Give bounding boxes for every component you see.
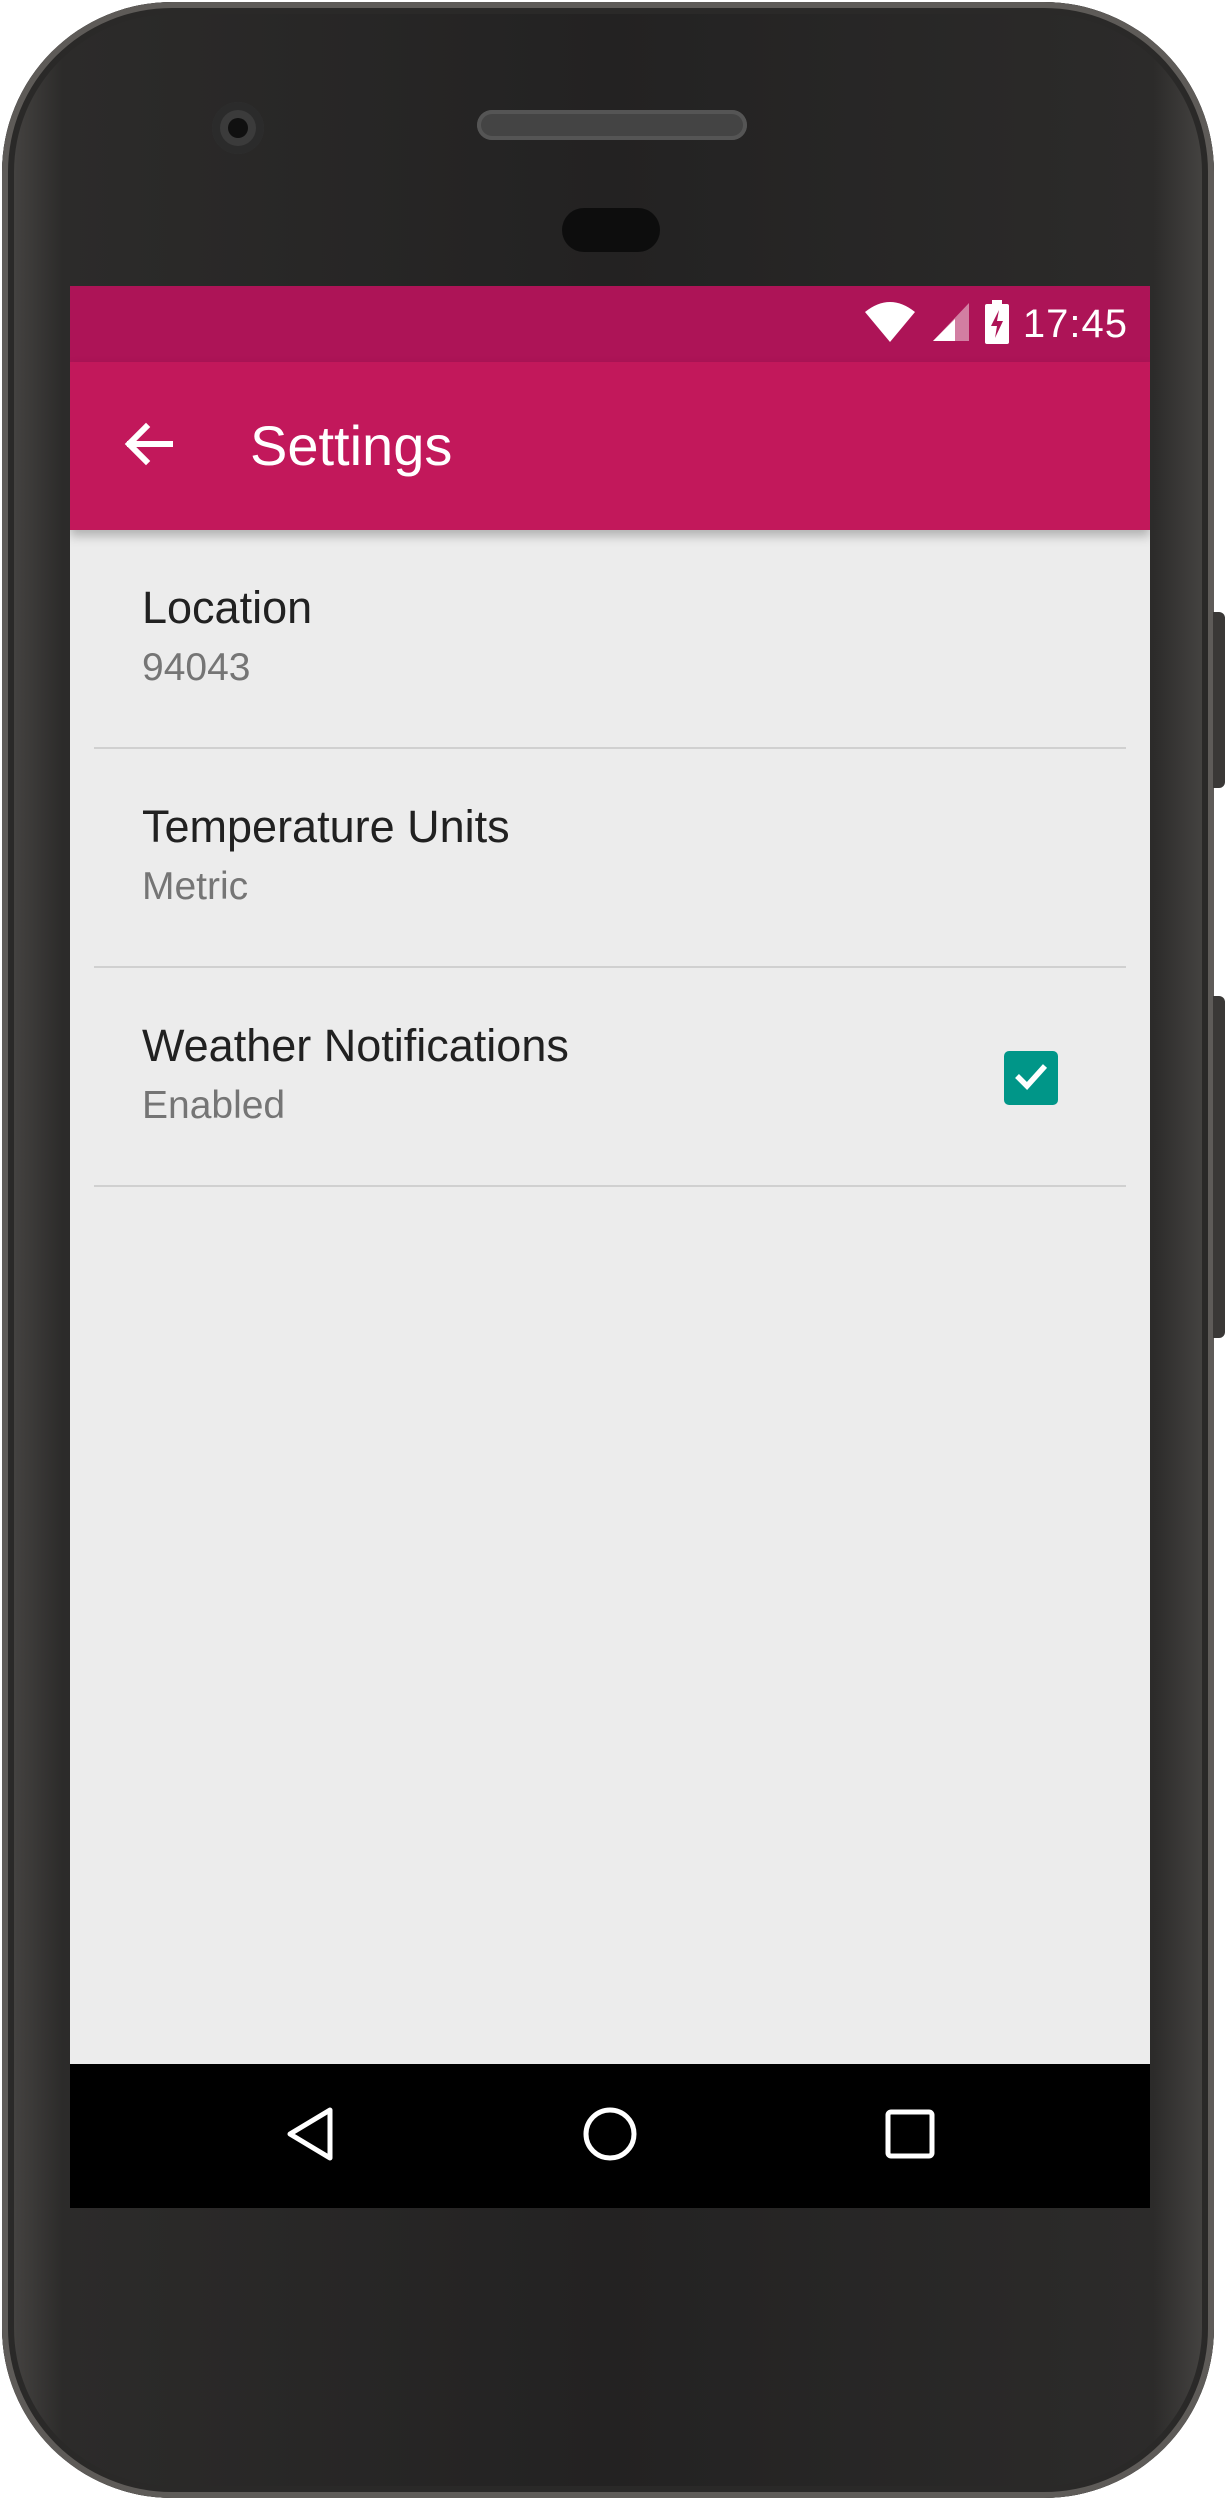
preference-weather-notifications[interactable]: Weather Notifications Enabled <box>70 968 1150 1187</box>
phone-frame: 17:45 Settings Location 94043 Temperatur… <box>2 2 1214 2498</box>
battery-charging-icon <box>984 299 1009 349</box>
nav-home-button[interactable] <box>570 2096 650 2176</box>
proximity-sensor <box>562 208 660 252</box>
wifi-icon <box>863 300 917 349</box>
preference-summary: Metric <box>142 865 249 908</box>
navigation-bar <box>70 2064 1150 2208</box>
preference-summary: 94043 <box>142 646 251 689</box>
earpiece-speaker <box>477 110 747 140</box>
front-camera <box>212 102 264 154</box>
nav-recents-icon <box>880 2104 940 2169</box>
volume-button <box>1213 612 1225 788</box>
cell-signal-icon <box>931 301 971 348</box>
status-time: 17:45 <box>1022 301 1128 346</box>
arrow-back-icon <box>122 418 174 475</box>
status-icons: 17:45 <box>863 286 1128 362</box>
status-bar: 17:45 <box>70 286 1150 362</box>
screen: 17:45 Settings Location 94043 Temperatur… <box>70 286 1150 2208</box>
nav-back-button[interactable] <box>272 2096 352 2176</box>
preferences-list: Location 94043 Temperature Units Metric … <box>70 530 1150 1187</box>
preference-summary: Enabled <box>142 1084 286 1127</box>
nav-recents-button[interactable] <box>870 2096 950 2176</box>
preference-title: Temperature Units <box>142 801 510 852</box>
back-button[interactable] <box>116 414 180 478</box>
divider <box>94 1185 1126 1187</box>
preference-temperature-units[interactable]: Temperature Units Metric <box>70 749 1150 968</box>
preference-title: Location <box>142 582 313 633</box>
nav-back-icon <box>282 2104 342 2169</box>
preference-title: Weather Notifications <box>142 1020 569 1071</box>
app-bar: Settings <box>70 362 1150 530</box>
power-button <box>1213 996 1225 1338</box>
checkmark-icon <box>1011 1056 1051 1101</box>
page-title: Settings <box>250 414 453 477</box>
notifications-checkbox[interactable] <box>1004 1051 1058 1105</box>
preference-location[interactable]: Location 94043 <box>70 530 1150 749</box>
nav-home-icon <box>580 2104 640 2169</box>
